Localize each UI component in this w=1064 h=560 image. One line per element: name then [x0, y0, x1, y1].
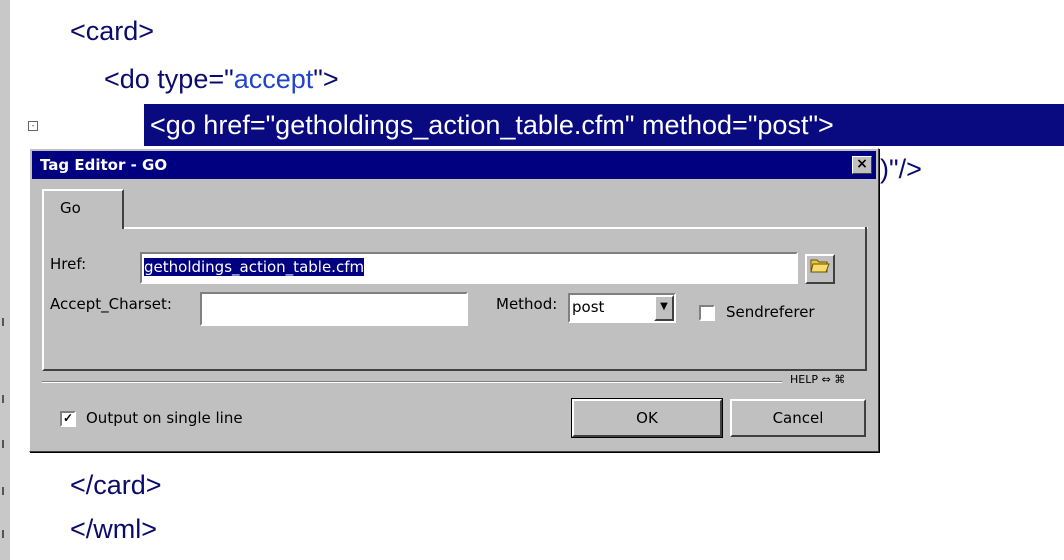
- tag-editor-dialog: Tag Editor - GO × Go Href: getholdings_a…: [29, 148, 879, 452]
- gutter-mark: [2, 530, 4, 538]
- ok-button[interactable]: OK: [571, 398, 723, 438]
- code-line-go: <go href="getholdings_action_table.cfm" …: [150, 110, 834, 140]
- editor-gutter: [0, 0, 10, 560]
- code-line-wml-close[interactable]: </wml>: [70, 512, 157, 546]
- tab-go[interactable]: Go: [42, 189, 124, 229]
- code-line-partial[interactable]: )"/>: [880, 152, 922, 186]
- gutter-mark: [2, 440, 4, 448]
- dialog-title: Tag Editor - GO: [40, 156, 168, 174]
- close-button[interactable]: ×: [852, 156, 872, 174]
- cancel-button[interactable]: Cancel: [730, 399, 866, 437]
- href-label: Href:: [50, 255, 87, 273]
- browse-button[interactable]: [805, 254, 835, 284]
- code-line-do[interactable]: <do type="accept">: [104, 62, 339, 96]
- folder-open-icon: [810, 259, 830, 278]
- help-label: HELP: [790, 373, 818, 386]
- href-value: getholdings_action_table.cfm: [144, 258, 365, 276]
- help-expand-icon: ⇔ ⌘: [821, 373, 846, 386]
- href-input[interactable]: getholdings_action_table.cfm: [140, 252, 798, 284]
- gutter-mark: [2, 487, 4, 495]
- dialog-titlebar[interactable]: Tag Editor - GO ×: [32, 151, 876, 179]
- sendreferer-label: Sendreferer: [726, 303, 815, 321]
- selected-code-line[interactable]: <go href="getholdings_action_table.cfm" …: [144, 104, 1064, 146]
- code-line-card-open[interactable]: <card>: [70, 14, 154, 48]
- help-separator: [42, 381, 782, 383]
- output-single-line-label: Output on single line: [86, 409, 243, 427]
- code-line-card-close[interactable]: </card>: [70, 468, 162, 502]
- accept-charset-label: Accept_Charset:: [50, 295, 172, 313]
- gutter-mark: [2, 395, 4, 403]
- method-value: post: [572, 298, 605, 316]
- code-do-suffix: ">: [313, 64, 339, 94]
- code-do-prefix: <do type=": [104, 64, 234, 94]
- collapse-icon[interactable]: -: [28, 121, 38, 131]
- code-do-value: accept: [233, 64, 314, 94]
- method-select[interactable]: post ▼: [568, 293, 676, 323]
- sendreferer-checkbox[interactable]: [699, 305, 715, 321]
- help-link[interactable]: HELP ⇔ ⌘: [790, 373, 845, 386]
- output-single-line-checkbox[interactable]: ✓: [60, 411, 76, 427]
- chevron-down-icon[interactable]: ▼: [654, 295, 674, 321]
- method-label: Method:: [496, 295, 558, 313]
- gutter-mark: [2, 318, 4, 326]
- accept-charset-input[interactable]: [200, 292, 468, 326]
